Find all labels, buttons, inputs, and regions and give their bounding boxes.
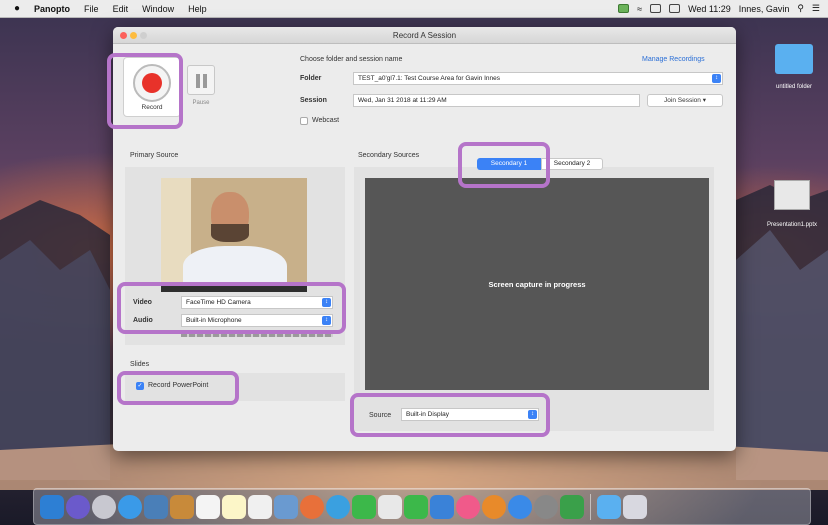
audio-label: Audio xyxy=(133,317,153,324)
facetime-icon[interactable] xyxy=(352,494,376,519)
ibooks-icon[interactable] xyxy=(482,494,506,519)
zoom-window-button[interactable] xyxy=(140,32,147,39)
itunes-icon[interactable] xyxy=(456,494,480,519)
webcast-label: Webcast xyxy=(312,117,340,124)
panopto-dock-icon[interactable] xyxy=(560,494,584,519)
record-powerpoint-label: Record PowerPoint xyxy=(148,382,209,389)
pause-label: Pause xyxy=(192,100,210,106)
messages-icon[interactable] xyxy=(326,494,350,519)
record-powerpoint-checkbox[interactable]: ✓ xyxy=(136,382,144,390)
pause-button[interactable]: Pause xyxy=(185,65,217,109)
source-label: Source xyxy=(369,412,392,419)
menu-edit[interactable]: Edit xyxy=(113,4,129,14)
calendar-icon[interactable] xyxy=(196,494,220,519)
audio-value: Built-in Microphone xyxy=(186,317,242,324)
slides-heading: Slides xyxy=(130,361,150,368)
apple-icon[interactable]: ● xyxy=(14,3,20,14)
spotlight-icon[interactable]: ⚲ xyxy=(797,3,804,14)
chevron-updown-icon: ↕ xyxy=(528,410,537,419)
dock-divider xyxy=(590,493,591,520)
downloads-folder-icon[interactable] xyxy=(597,494,621,519)
keynote-icon[interactable] xyxy=(430,494,454,519)
screen-capture-preview: Screen capture in progress xyxy=(365,178,709,390)
video-value: FaceTime HD Camera xyxy=(186,299,251,306)
dock xyxy=(33,488,811,525)
menu-help[interactable]: Help xyxy=(188,4,207,14)
audio-select[interactable]: Built-in Microphone ↕ xyxy=(181,314,333,327)
manage-recordings-link[interactable]: Manage Recordings xyxy=(642,56,705,63)
desktop-folder-label: untitled folder xyxy=(775,84,813,90)
menu-app-name[interactable]: Panopto xyxy=(34,4,70,14)
desktop-folder[interactable]: untitled folder xyxy=(768,44,820,90)
record-session-window: Record A Session Record Pause Choose fol… xyxy=(113,27,736,451)
reminders-icon[interactable] xyxy=(248,494,272,519)
wifi-icon[interactable]: ≈ xyxy=(637,4,642,14)
session-label: Session xyxy=(300,97,327,104)
session-heading: Choose folder and session name xyxy=(300,56,403,63)
menu-bar: ● Panopto File Edit Window Help ≈ Wed 11… xyxy=(0,0,828,18)
menu-window[interactable]: Window xyxy=(142,4,174,14)
menu-file[interactable]: File xyxy=(84,4,99,14)
launchpad-icon[interactable] xyxy=(92,494,116,519)
desktop-file[interactable]: Presentation1.pptx xyxy=(758,180,826,228)
window-title: Record A Session xyxy=(392,31,457,40)
folder-label: Folder xyxy=(300,75,322,82)
source-select[interactable]: Built-in Display ↕ xyxy=(401,408,539,421)
audio-level-meter xyxy=(181,333,333,337)
siri-icon[interactable] xyxy=(66,494,90,519)
folder-icon xyxy=(775,44,813,74)
safari-icon[interactable] xyxy=(118,494,142,519)
chevron-updown-icon: ↕ xyxy=(322,298,331,307)
menu-user[interactable]: Innes, Gavin xyxy=(739,4,790,14)
trash-icon[interactable] xyxy=(623,494,647,519)
minimize-window-button[interactable] xyxy=(130,32,137,39)
panopto-status-icon[interactable] xyxy=(618,4,630,13)
capture-status-text: Screen capture in progress xyxy=(488,279,586,289)
close-window-button[interactable] xyxy=(120,32,127,39)
video-label: Video xyxy=(133,299,152,306)
webcast-checkbox[interactable] xyxy=(300,117,308,125)
session-name-input[interactable]: Wed, Jan 31 2018 at 11:29 AM xyxy=(353,94,640,107)
display-icon[interactable] xyxy=(650,4,662,13)
app-store-icon[interactable] xyxy=(508,494,532,519)
notes-icon[interactable] xyxy=(222,494,246,519)
pages-icon[interactable] xyxy=(378,494,402,519)
menu-clock[interactable]: Wed 11:29 xyxy=(688,4,731,14)
chevron-updown-icon: ↕ xyxy=(322,316,331,325)
primary-source-heading: Primary Source xyxy=(130,152,179,159)
join-session-label: Join Session xyxy=(664,97,701,104)
record-label: Record xyxy=(141,104,163,111)
folder-value: TEST_a0'gl7.1: Test Course Area for Gavi… xyxy=(358,75,501,82)
notification-center-icon[interactable]: ☰ xyxy=(812,3,820,14)
tab-secondary-1[interactable]: Secondary 1 xyxy=(477,158,541,170)
video-select[interactable]: FaceTime HD Camera ↕ xyxy=(181,296,333,309)
chevron-down-icon: ▾ xyxy=(702,97,706,104)
finder-icon[interactable] xyxy=(40,494,64,519)
camera-preview xyxy=(161,178,307,286)
window-titlebar: Record A Session xyxy=(113,27,736,44)
system-preferences-icon[interactable] xyxy=(534,494,558,519)
pause-icon xyxy=(187,65,215,95)
record-button[interactable]: Record xyxy=(123,57,181,117)
chevron-updown-icon: ↕ xyxy=(712,74,721,83)
pptx-file-icon xyxy=(774,180,810,210)
source-value: Built-in Display xyxy=(406,411,449,418)
session-value: Wed, Jan 31 2018 at 11:29 AM xyxy=(358,97,447,104)
secondary-sources-heading: Secondary Sources xyxy=(358,152,420,159)
desktop-file-label: Presentation1.pptx xyxy=(766,222,818,228)
photos-icon[interactable] xyxy=(144,494,168,519)
notes-book-icon[interactable] xyxy=(170,494,194,519)
folder-select[interactable]: TEST_a0'gl7.1: Test Course Area for Gavi… xyxy=(353,72,723,85)
record-icon xyxy=(133,64,171,102)
join-session-button[interactable]: Join Session ▾ xyxy=(647,94,723,107)
battery-icon[interactable] xyxy=(669,4,681,13)
numbers-icon[interactable] xyxy=(404,494,428,519)
preview-icon[interactable] xyxy=(274,494,298,519)
tab-secondary-2[interactable]: Secondary 2 xyxy=(541,158,603,170)
photo-app-icon[interactable] xyxy=(300,494,324,519)
